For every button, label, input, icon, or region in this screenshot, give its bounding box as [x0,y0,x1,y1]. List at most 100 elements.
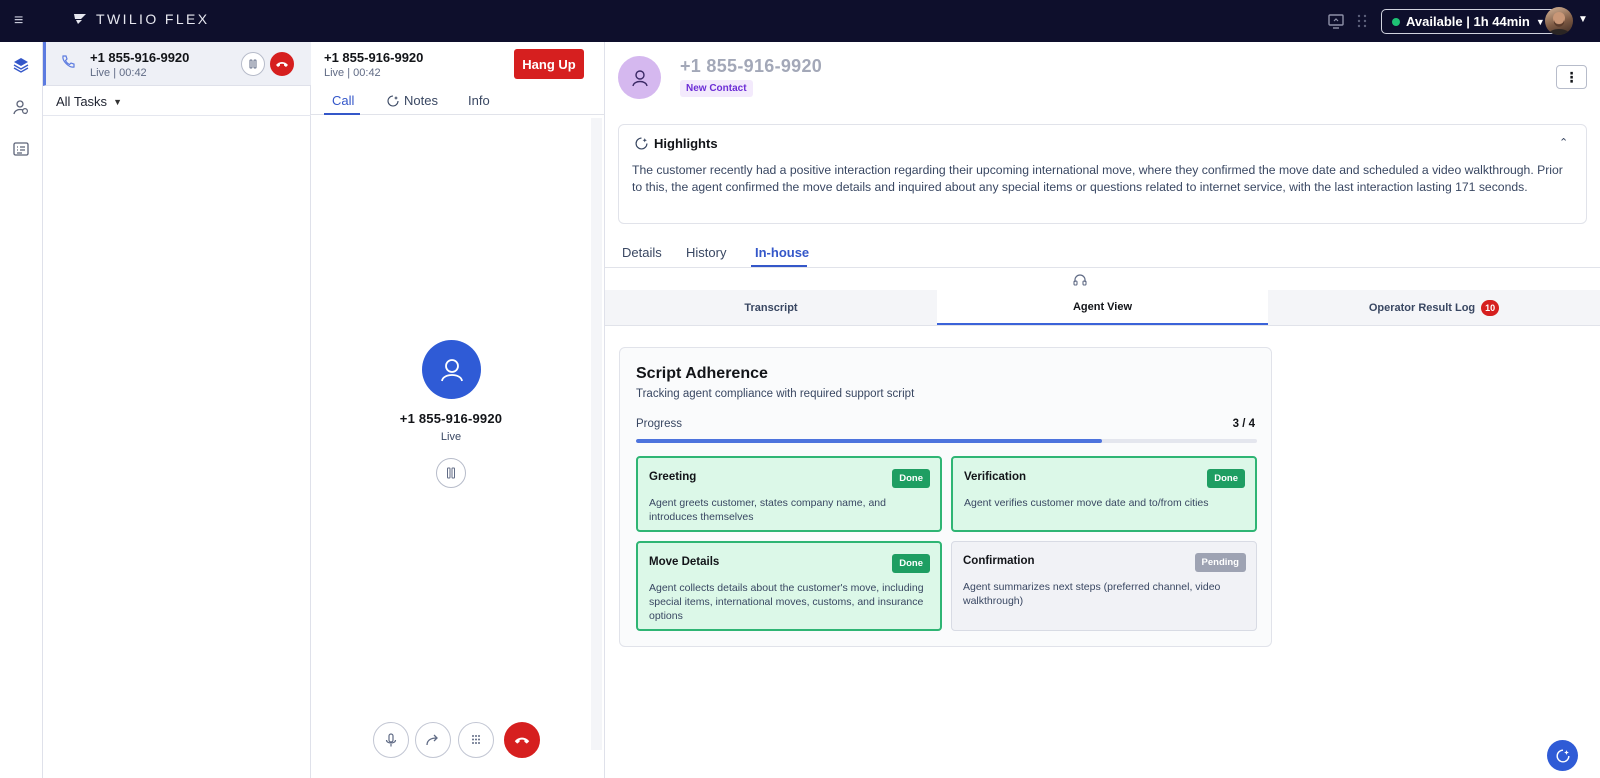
end-call-button[interactable] [504,722,540,758]
status-dot [1392,17,1400,26]
twilio-logo-icon [74,14,86,24]
step-title: Verification [964,471,1026,483]
tab-info[interactable]: Info [468,93,490,108]
tab-label: Operator Result Log [1368,301,1476,314]
task-list: +1 855-916-9920 Live | 00:42 All Tasks ▼ [43,42,311,778]
tab-notes[interactable]: Notes [387,93,438,108]
step-card-move-details: Move Details Done Agent collects details… [636,541,942,631]
transfer-icon [426,734,438,746]
phone-icon [62,55,75,68]
step-description: Agent verifies customer move date and to… [964,497,1209,509]
sparkle-icon [635,137,648,150]
task-title: +1 855-916-9920 [90,50,190,65]
status-dropdown[interactable]: Available | 1h 44min ▼ [1381,9,1556,34]
chevron-down-icon: ▼ [1535,16,1545,27]
hold-button[interactable] [436,458,466,488]
call-subtitle: Live | 00:42 [324,67,381,79]
card-title: Script Adherence [636,365,768,382]
task-card[interactable]: +1 855-916-9920 Live | 00:42 [43,42,311,86]
tab-details[interactable]: Details [622,245,662,260]
active-tab-indicator [751,265,807,267]
queue-stats-icon[interactable] [12,140,30,158]
card-subtitle: Tracking agent compliance with required … [636,388,915,400]
step-description: Agent collects details about the custome… [649,582,924,622]
dialpad-icon [472,735,480,744]
highlights-header[interactable]: Highlights [635,136,718,151]
step-description: Agent summarizes next steps (preferred c… [963,581,1221,607]
assistant-icon [1556,748,1570,762]
headset-icon [1073,274,1087,286]
highlights-text: The customer recently had a positive int… [632,163,1563,194]
view-tabs: Transcript Agent View Operator Result Lo… [605,290,1600,326]
hamburger-icon[interactable]: ≡ [14,12,30,30]
pause-icon [447,467,455,479]
task-hangup-button[interactable] [270,52,294,76]
hangup-icon [276,62,288,67]
call-panel: +1 855-916-9920 Live | 00:42 Hang Up Cal… [311,42,605,778]
brand: TWILIO FLEX [72,11,210,27]
tab-call[interactable]: Call [332,93,354,108]
script-adherence-card: Script Adherence Tracking agent complian… [619,347,1272,647]
user-icon [631,69,648,86]
task-filter-dropdown[interactable]: All Tasks ▼ [56,94,122,109]
brand-name: TWILIO FLEX [96,11,210,27]
tab-in-house[interactable]: In-house [755,245,809,260]
caller-number: +1 855-916-9920 [399,411,503,426]
progress-count: 3 / 4 [1232,418,1255,430]
teams-icon[interactable] [12,98,30,116]
layers-icon[interactable] [12,56,30,74]
tab-transcript[interactable]: Transcript [605,290,937,325]
status-label: Available | 1h 44min [1406,14,1530,29]
scrollbar[interactable] [591,118,602,750]
left-nav [0,42,43,778]
step-title: Move Details [649,556,720,568]
step-card-confirmation: Confirmation Pending Agent summarizes ne… [951,541,1257,631]
progress-bar [636,439,1257,443]
pause-icon [249,59,257,69]
highlights-title: Highlights [654,136,718,151]
caller-status: Live [440,431,462,443]
step-title: Confirmation [963,555,1035,567]
status-badge: Done [1207,469,1245,488]
tab-operator-result-log[interactable]: Operator Result Log 10 [1268,290,1600,325]
step-card-verification: Verification Done Agent verifies custome… [951,456,1257,532]
hang-up-button[interactable]: Hang Up [514,49,584,79]
caller-avatar [422,340,481,399]
top-bar: ≡ TWILIO FLEX Available | 1h 44min ▼ ▼ [0,0,1600,42]
step-title: Greeting [649,471,697,483]
tab-label: Transcript [744,301,798,314]
call-title: +1 855-916-9920 [324,50,424,65]
tab-label: Call [332,93,355,108]
tab-history[interactable]: History [686,245,726,260]
dialpad-button[interactable] [458,722,494,758]
user-avatar[interactable] [1545,7,1573,35]
task-subtitle: Live | 00:42 [90,67,147,79]
main-panel: +1 855-916-9920 New Contact ⋮ Highlights… [605,42,1600,778]
chevron-up-icon[interactable]: ⌃ [1559,136,1568,149]
screen-share-icon[interactable] [1327,12,1345,30]
user-icon [440,358,463,381]
count-badge: 10 [1481,299,1500,316]
content-tabs: Details History In-house [605,236,1600,268]
hold-button[interactable] [241,52,265,76]
mute-button[interactable] [373,722,409,758]
contact-name: +1 855-916-9920 [680,56,823,76]
active-tab-indicator [324,113,360,115]
step-description: Agent greets customer, states company na… [649,497,886,523]
progress-label: Progress [636,418,683,430]
tab-agent-view[interactable]: Agent View [937,290,1268,325]
tab-label: Info [468,93,490,108]
tab-label: Agent View [1072,300,1133,313]
dialpad-grid-icon[interactable] [1353,12,1371,30]
assistant-button[interactable] [1547,740,1578,771]
status-badge: Pending [1194,553,1246,572]
microphone-icon [385,733,397,747]
progress-bar-fill [636,439,1102,443]
status-badge: Done [892,554,930,573]
chevron-down-icon[interactable]: ▼ [1578,14,1588,25]
transfer-button[interactable] [415,722,451,758]
highlights-card: Highlights ⌃ The customer recently had a… [618,124,1587,224]
task-filter-label: All Tasks [56,94,108,109]
hangup-icon [514,737,530,744]
more-options-button[interactable]: ⋮ [1556,65,1587,89]
